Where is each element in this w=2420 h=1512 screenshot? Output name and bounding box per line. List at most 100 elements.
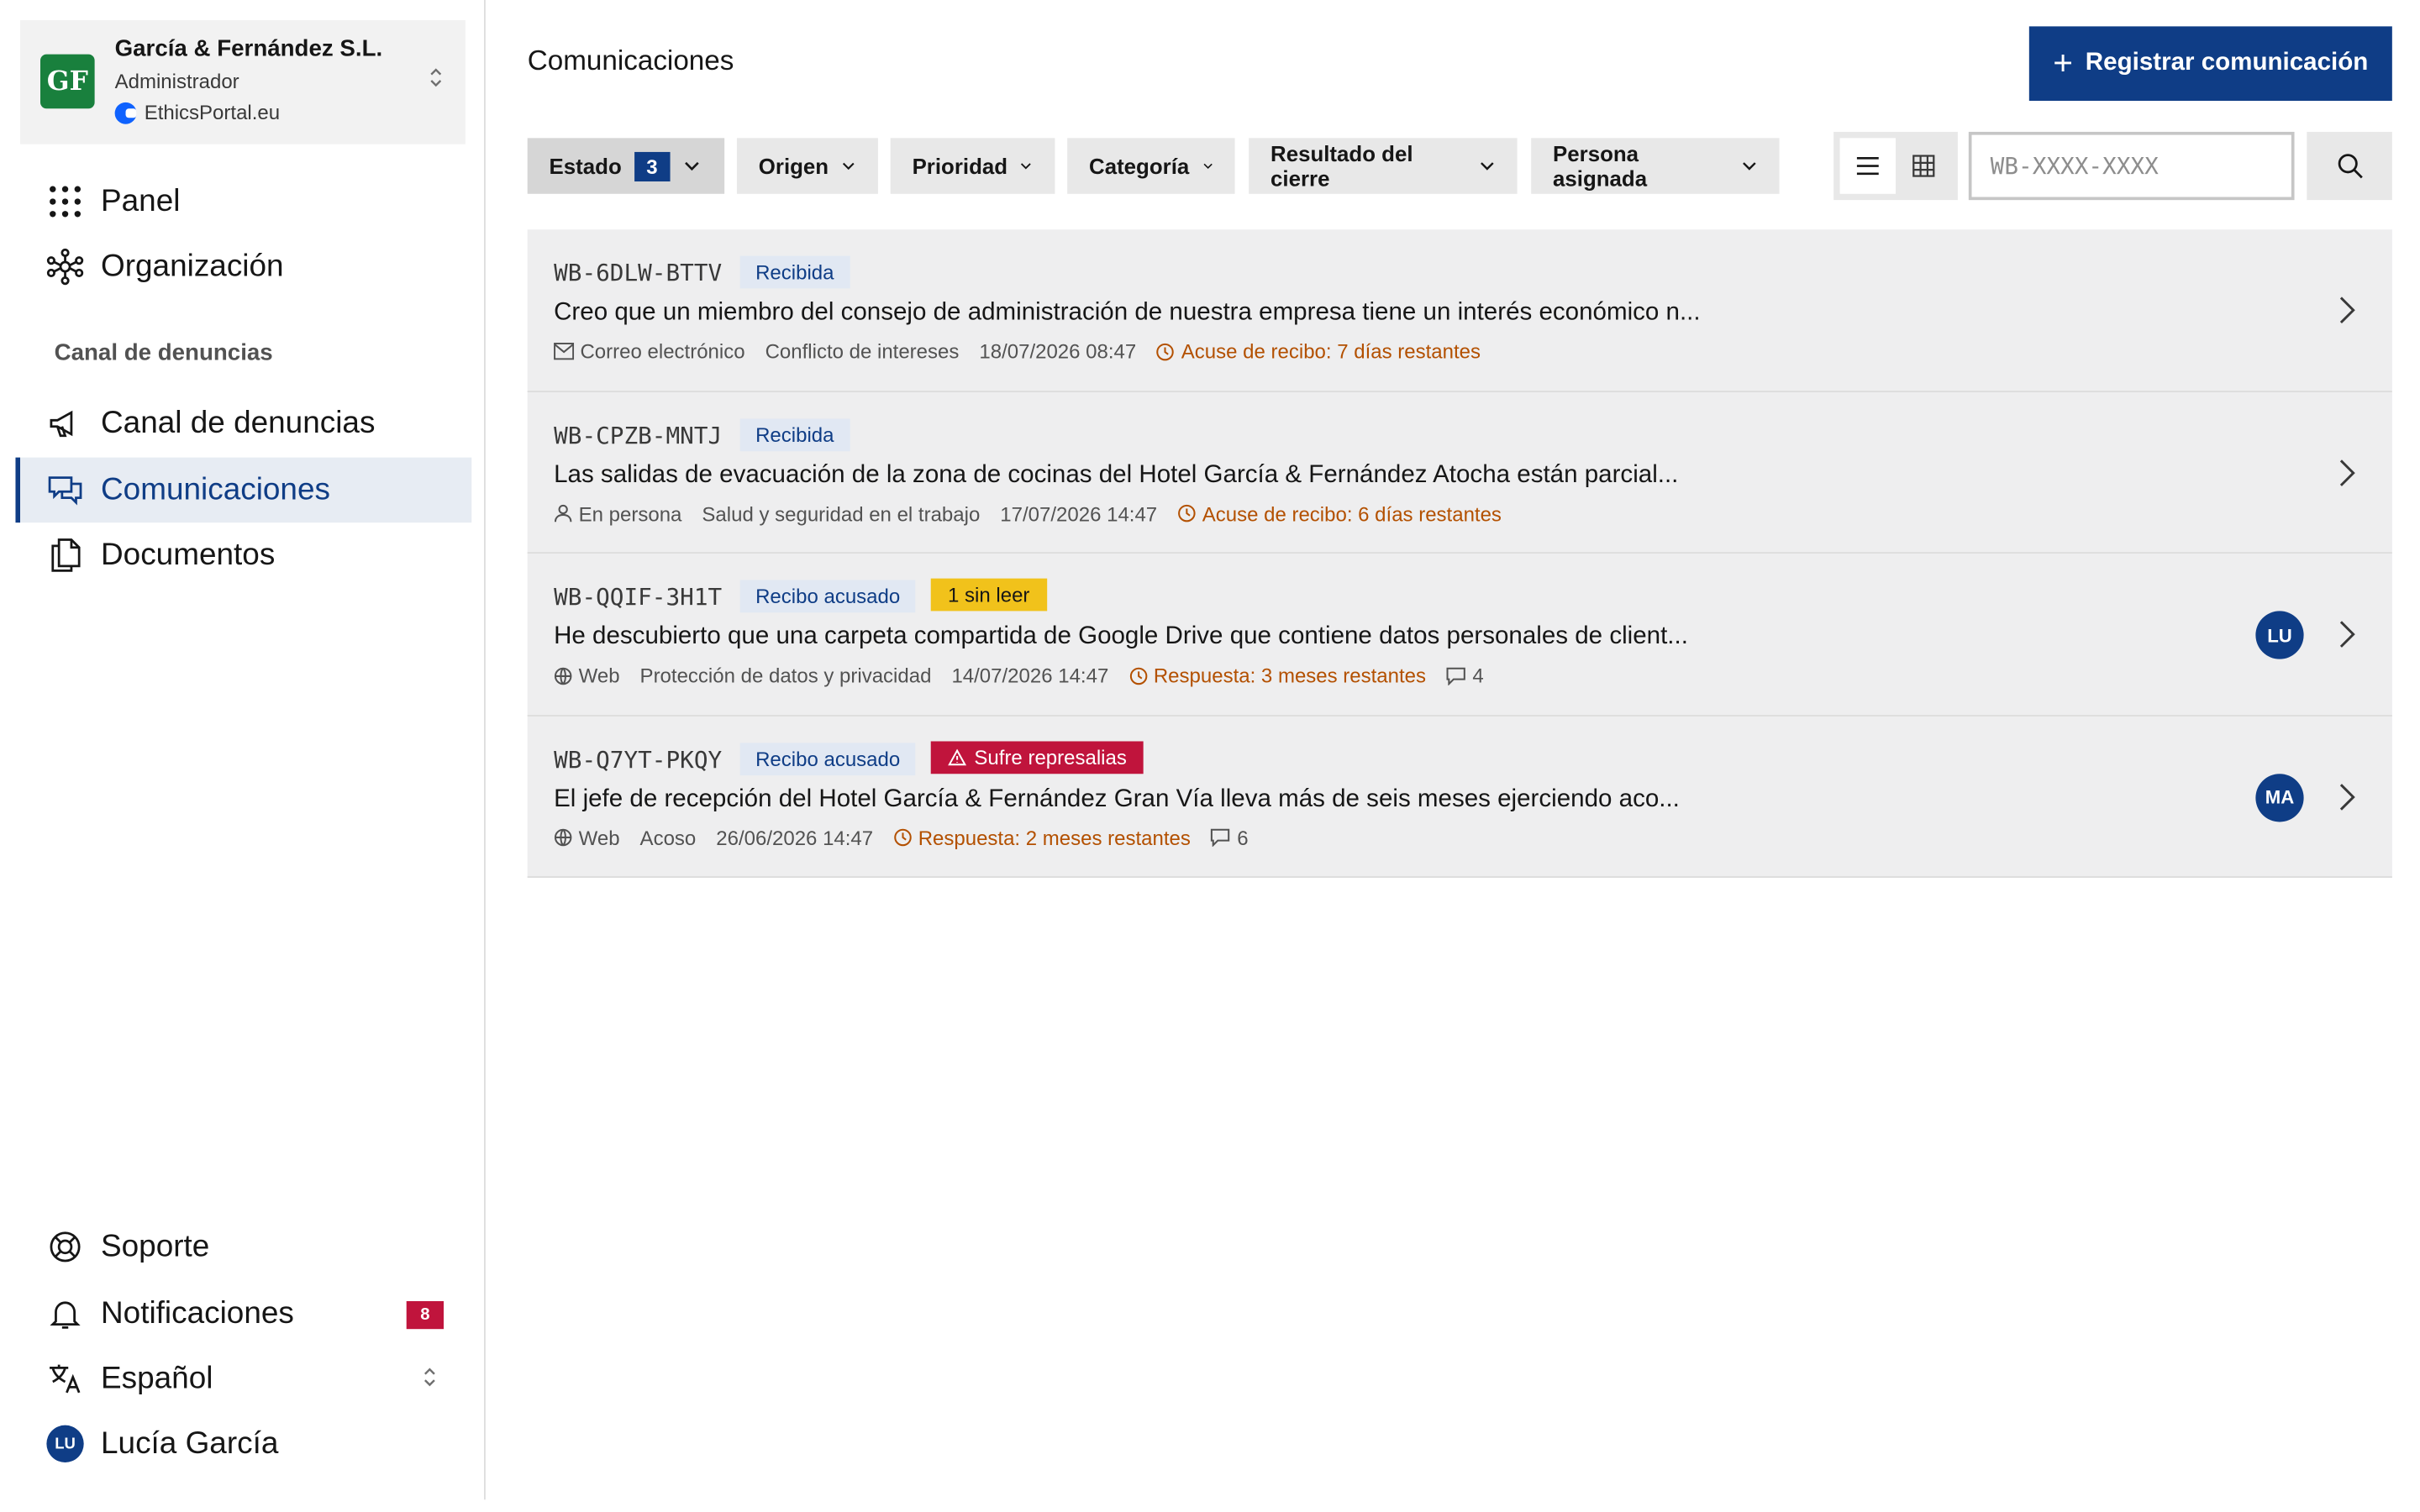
report-summary: Creo que un miembro del consejo de admin… bbox=[554, 299, 1701, 326]
organization-icon bbox=[46, 248, 84, 286]
nav-comunicaciones[interactable]: Comunicaciones bbox=[15, 457, 472, 523]
filter-origen[interactable]: Origen bbox=[736, 138, 878, 194]
retaliation-badge: Sufre represalias bbox=[930, 740, 1144, 774]
status-badge: Recibo acusado bbox=[739, 742, 916, 775]
globe-icon bbox=[554, 666, 572, 685]
report-deadline-label: Acuse de recibo: 7 días restantes bbox=[1181, 339, 1481, 364]
report-channel-label: Web bbox=[578, 664, 620, 687]
report-messages-count: 4 bbox=[1472, 664, 1484, 687]
communications-list: WB-6DLW-BTTV Recibida Creo que un miembr… bbox=[527, 229, 2392, 878]
list-view-button[interactable] bbox=[1839, 138, 1897, 194]
nav-canal[interactable]: Canal de denuncias bbox=[15, 391, 471, 456]
status-badge: Recibida bbox=[739, 417, 850, 451]
report-channel-label: Correo electrónico bbox=[580, 339, 745, 364]
sidebar: GF García & Fernández S.L. Administrador… bbox=[0, 0, 486, 1500]
org-name: García & Fernández S.L. bbox=[114, 35, 383, 62]
nav-documentos[interactable]: Documentos bbox=[15, 522, 471, 588]
nav-comunicaciones-label: Comunicaciones bbox=[101, 472, 330, 507]
chevron-up-down-icon bbox=[422, 1367, 437, 1389]
mail-icon bbox=[554, 343, 575, 360]
nav-organizacion[interactable]: Organización bbox=[15, 234, 471, 300]
clock-icon bbox=[1129, 666, 1147, 685]
report-category: Protección de datos y privacidad bbox=[639, 664, 932, 687]
chevron-down-icon bbox=[843, 162, 855, 171]
list-item[interactable]: WB-CPZB-MNTJ Recibida Las salidas de eva… bbox=[527, 391, 2392, 554]
assignee-avatar: LU bbox=[2255, 611, 2304, 659]
notifications-count-badge: 8 bbox=[406, 1300, 445, 1330]
clock-icon bbox=[893, 828, 912, 847]
documents-icon bbox=[46, 537, 83, 574]
page-title: Comunicaciones bbox=[527, 45, 734, 76]
lifebuoy-icon bbox=[46, 1228, 83, 1265]
chevron-right-icon[interactable] bbox=[2333, 778, 2361, 815]
list-item[interactable]: WB-QQIF-3H1T Recibo acusado 1 sin leer H… bbox=[527, 554, 2392, 717]
report-date: 18/07/2026 08:47 bbox=[979, 339, 1137, 364]
chevron-down-icon bbox=[1742, 162, 1756, 171]
search-icon bbox=[2337, 154, 2362, 179]
search-button[interactable] bbox=[2307, 131, 2392, 201]
filter-estado-label: Estado bbox=[549, 153, 622, 179]
globe-icon bbox=[554, 828, 572, 847]
bell-icon bbox=[46, 1295, 83, 1332]
nav-soporte-label: Soporte bbox=[101, 1229, 210, 1263]
clock-icon bbox=[1157, 342, 1175, 360]
filter-persona[interactable]: Persona asignada bbox=[1531, 138, 1780, 194]
chevron-right-icon[interactable] bbox=[2333, 454, 2361, 491]
plus-icon: + bbox=[2053, 43, 2074, 82]
register-communication-label: Registrar comunicación bbox=[2085, 50, 2369, 76]
report-channel: Correo electrónico bbox=[554, 339, 745, 364]
filter-prioridad-label: Prioridad bbox=[912, 153, 1008, 179]
search-input[interactable] bbox=[1968, 131, 2295, 201]
filter-estado-count: 3 bbox=[634, 151, 671, 181]
report-date: 14/07/2026 14:47 bbox=[951, 664, 1109, 687]
filter-resultado-label: Resultado del cierre bbox=[1270, 141, 1413, 192]
nav-soporte[interactable]: Soporte bbox=[15, 1215, 471, 1280]
chevron-down-icon bbox=[1202, 163, 1213, 169]
filter-categoria[interactable]: Categoría bbox=[1067, 138, 1235, 194]
chevron-right-icon[interactable] bbox=[2333, 291, 2361, 328]
chat-icon bbox=[46, 471, 83, 508]
nav-canal-label: Canal de denuncias bbox=[101, 405, 376, 440]
org-logo: GF bbox=[40, 54, 95, 109]
grid-dots-icon bbox=[46, 183, 83, 220]
nav-notificaciones[interactable]: Notificaciones 8 bbox=[15, 1281, 471, 1347]
user-name: Lucía García bbox=[101, 1425, 279, 1461]
report-summary: El jefe de recepción del Hotel García & … bbox=[554, 785, 1680, 812]
comment-icon bbox=[1446, 666, 1466, 685]
report-deadline-label: Respuesta: 2 meses restantes bbox=[918, 826, 1191, 849]
user-avatar-wrap: LU bbox=[46, 1425, 84, 1462]
nav-user[interactable]: LU Lucía García bbox=[15, 1411, 471, 1477]
chevron-right-icon[interactable] bbox=[2333, 616, 2361, 653]
register-communication-button[interactable]: + Registrar comunicación bbox=[2028, 26, 2392, 102]
assignee-avatar: MA bbox=[2255, 773, 2304, 822]
filter-estado[interactable]: Estado 3 bbox=[527, 138, 725, 194]
table-view-button[interactable] bbox=[1896, 138, 1951, 193]
nav-idioma[interactable]: Español bbox=[15, 1347, 471, 1412]
list-item[interactable]: WB-Q7YT-PKQY Recibo acusado Sufre repres… bbox=[527, 716, 2392, 878]
report-meta: Correo electrónico Conflicto de interese… bbox=[554, 339, 1481, 363]
report-deadline-label: Respuesta: 3 meses restantes bbox=[1153, 664, 1427, 687]
status-badge: Recibida bbox=[739, 255, 850, 289]
chevron-up-down-icon bbox=[429, 66, 444, 88]
org-switcher[interactable]: GF García & Fernández S.L. Administrador… bbox=[20, 20, 466, 144]
nav-panel[interactable]: Panel bbox=[15, 169, 471, 234]
chevron-down-icon bbox=[1021, 163, 1032, 170]
report-messages: 6 bbox=[1211, 826, 1249, 849]
filter-prioridad[interactable]: Prioridad bbox=[890, 138, 1055, 194]
table-icon bbox=[1912, 155, 1935, 177]
filter-categoria-label: Categoría bbox=[1089, 153, 1190, 179]
report-category: Conflicto de intereses bbox=[765, 339, 960, 364]
warning-icon bbox=[948, 748, 967, 765]
retaliation-label: Sufre represalias bbox=[974, 745, 1127, 769]
report-meta: Web Protección de datos y privacidad 14/… bbox=[554, 664, 1484, 687]
report-channel-label: Web bbox=[578, 826, 620, 849]
report-deadline: Respuesta: 2 meses restantes bbox=[893, 826, 1191, 849]
filter-resultado[interactable]: Resultado del cierre bbox=[1249, 138, 1518, 194]
filter-persona-label: Persona asignada bbox=[1553, 141, 1648, 192]
report-date: 17/07/2026 14:47 bbox=[1000, 501, 1158, 525]
report-messages-count: 6 bbox=[1237, 826, 1249, 849]
report-deadline-label: Acuse de recibo: 6 días restantes bbox=[1202, 501, 1502, 525]
unread-badge: 1 sin leer bbox=[930, 578, 1047, 612]
person-icon bbox=[554, 504, 572, 522]
list-item[interactable]: WB-6DLW-BTTV Recibida Creo que un miembr… bbox=[527, 229, 2392, 392]
